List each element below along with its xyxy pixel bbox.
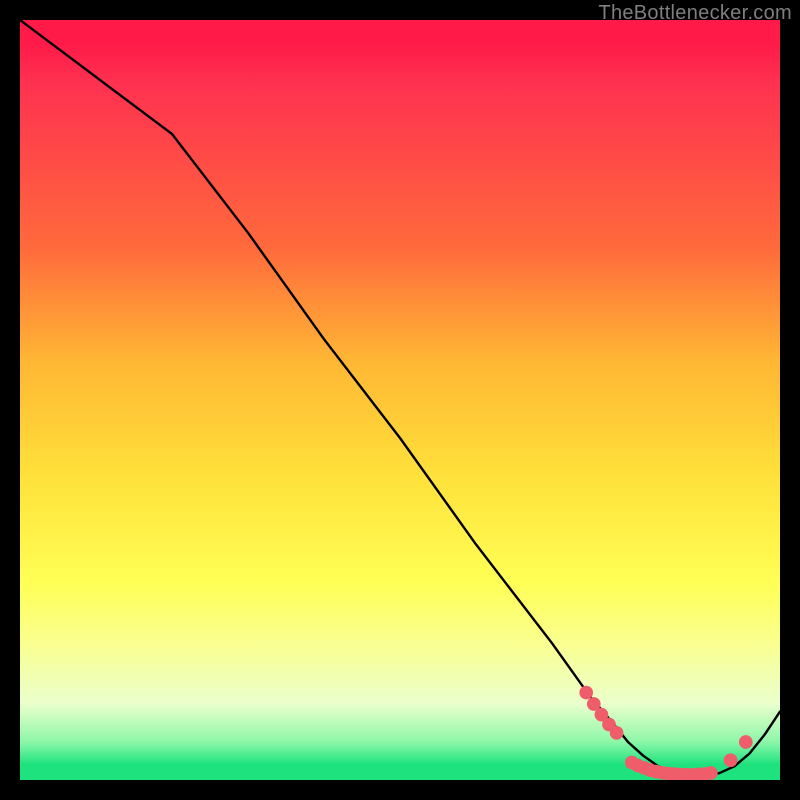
data-marker xyxy=(724,753,738,767)
chart-plot-svg xyxy=(20,20,780,780)
watermark-text: TheBottlenecker.com xyxy=(598,2,792,25)
data-marker xyxy=(579,686,593,700)
data-marker xyxy=(610,726,624,740)
chart-stage: TheBottlenecker.com xyxy=(0,0,800,800)
bottleneck-curve xyxy=(20,20,780,775)
data-marker xyxy=(704,766,718,780)
data-marker xyxy=(739,735,753,749)
